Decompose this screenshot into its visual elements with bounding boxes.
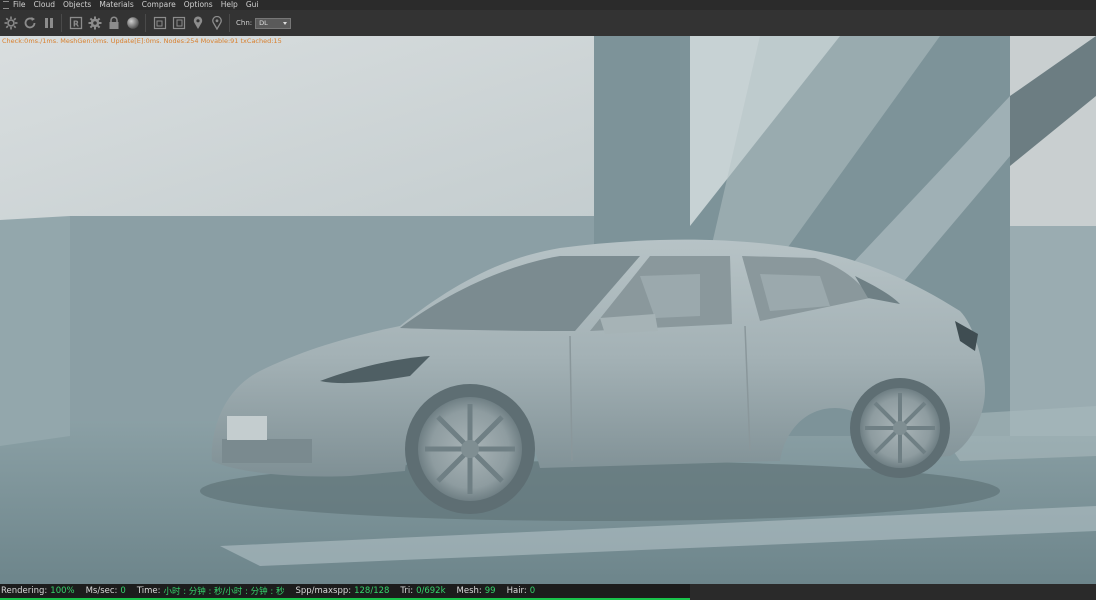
- pick-focus-icon[interactable]: [190, 14, 206, 32]
- spp-value: 128/128: [354, 586, 390, 596]
- ms-per-sec-value: 0: [120, 586, 126, 596]
- menu-compare[interactable]: Compare: [142, 0, 176, 10]
- region-render-icon[interactable]: R: [68, 14, 84, 32]
- rendering-value: 100%: [50, 586, 75, 596]
- time-value: 小时 : 分钟 : 秒/小时 : 分钟 : 秒: [163, 587, 285, 597]
- svg-text:R: R: [73, 20, 79, 29]
- menu-options[interactable]: Options: [184, 0, 213, 10]
- channel-select-value: DL: [259, 19, 268, 27]
- lock-icon[interactable]: [106, 14, 122, 32]
- render-viewport[interactable]: Check:0ms./1ms. MeshGen:0ms. Update[E]:0…: [0, 36, 1096, 584]
- menu-bar: File Cloud Objects Materials Compare Opt…: [0, 0, 1096, 10]
- clay-mode-icon[interactable]: [152, 14, 168, 32]
- time-label: Time:: [136, 586, 161, 596]
- menu-help[interactable]: Help: [221, 0, 238, 10]
- menu-grip-icon[interactable]: [3, 1, 9, 9]
- rendered-car-image: [0, 36, 1096, 584]
- hair-value: 0: [529, 586, 536, 596]
- menu-objects[interactable]: Objects: [63, 0, 91, 10]
- toolbar-divider: [145, 14, 146, 32]
- toolbar-divider: [61, 14, 62, 32]
- menu-file[interactable]: File: [13, 0, 26, 10]
- menu-cloud[interactable]: Cloud: [34, 0, 55, 10]
- render-stats-overlay: Check:0ms./1ms. MeshGen:0ms. Update[E]:0…: [2, 37, 282, 45]
- status-bar: Rendering: 100% Ms/sec: 0 Time: 小时 : 分钟 …: [0, 584, 690, 600]
- status-bar-empty: [690, 584, 1096, 600]
- tri-value: 0/692k: [416, 586, 446, 596]
- render-toolbar: R Chn: DL: [0, 10, 1096, 37]
- tri-label: Tri:: [400, 586, 414, 596]
- pick-white-balance-icon[interactable]: [209, 14, 225, 32]
- menu-materials[interactable]: Materials: [99, 0, 133, 10]
- options-gear-icon[interactable]: [87, 14, 103, 32]
- hair-label: Hair:: [506, 586, 527, 596]
- restart-icon[interactable]: [22, 14, 38, 32]
- spp-label: Spp/maxspp:: [295, 586, 352, 596]
- pause-icon[interactable]: [41, 14, 57, 32]
- channel-select[interactable]: DL: [255, 17, 292, 29]
- ms-per-sec-label: Ms/sec:: [85, 586, 118, 596]
- settings-gear-icon[interactable]: [3, 14, 19, 32]
- toolbar-divider: [229, 14, 230, 32]
- mesh-value: 99: [484, 586, 496, 596]
- chevron-down-icon: [283, 21, 288, 25]
- film-region-icon[interactable]: [171, 14, 187, 32]
- mesh-label: Mesh:: [456, 586, 482, 596]
- menu-gui[interactable]: Gui: [246, 0, 259, 10]
- channel-label: Chn:: [236, 19, 253, 27]
- rendering-label: Rendering:: [1, 586, 48, 596]
- material-ball-icon[interactable]: [125, 14, 141, 32]
